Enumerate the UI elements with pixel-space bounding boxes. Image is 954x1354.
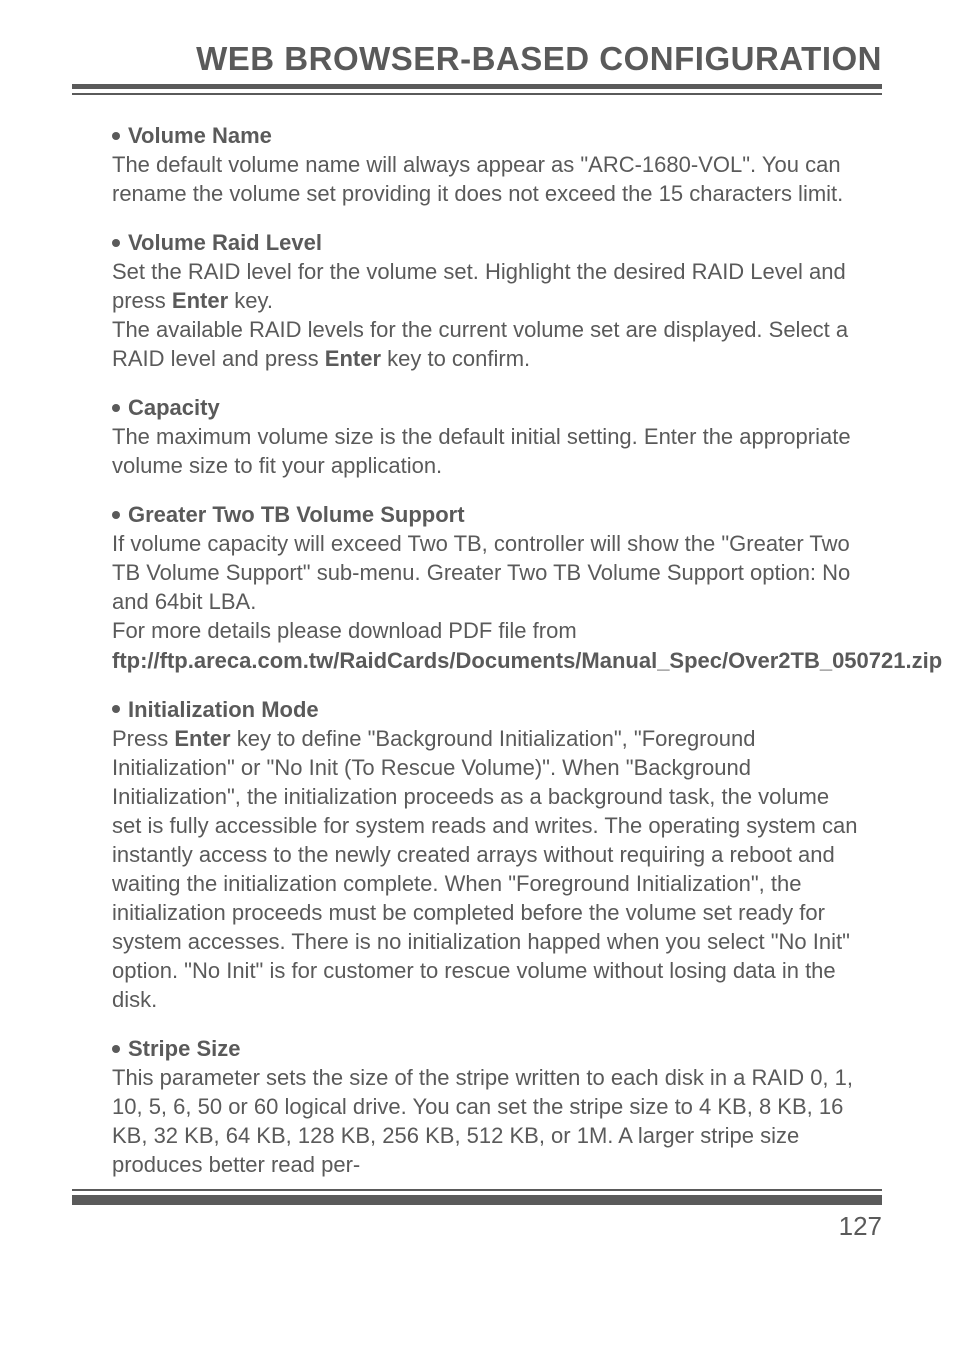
heading-text: Volume Raid Level [128,230,322,255]
heading-init-mode: Initialization Mode [112,695,864,724]
footer-bar [72,1195,882,1205]
page-header: WEB BROWSER-BASED CONFIGURATION [72,40,882,89]
bullet-icon [112,1045,120,1053]
section-greater-two-tb: Greater Two TB Volume Support If volume … [112,500,864,674]
text-fragment: For more details please download PDF fil… [112,618,577,643]
bullet-icon [112,511,120,519]
heading-capacity: Capacity [112,393,864,422]
body-init-mode: Press Enter key to define "Background In… [112,724,864,1014]
heading-text: Greater Two TB Volume Support [128,502,465,527]
section-stripe-size: Stripe Size This parameter sets the size… [112,1034,864,1179]
text-fragment: key to define "Background Initialization… [112,726,857,1012]
bullet-icon [112,239,120,247]
content-area: Volume Name The default volume name will… [72,121,882,1179]
section-volume-name: Volume Name The default volume name will… [112,121,864,208]
enter-key-label: Enter [325,346,381,371]
body-stripe-size: This parameter sets the size of the stri… [112,1063,864,1179]
bullet-icon [112,132,120,140]
bullet-icon [112,404,120,412]
section-volume-raid-level: Volume Raid Level Set the RAID level for… [112,228,864,373]
heading-text: Stripe Size [128,1036,240,1061]
download-link: ftp://ftp.areca.com.tw/RaidCards/Documen… [112,648,942,673]
text-fragment: Press [112,726,174,751]
heading-greater-two-tb: Greater Two TB Volume Support [112,500,864,529]
page-container: WEB BROWSER-BASED CONFIGURATION Volume N… [0,0,954,1179]
heading-text: Initialization Mode [128,697,319,722]
footer-rule [72,1189,882,1191]
bullet-icon [112,705,120,713]
body-greater-two-tb-link: For more details please download PDF fil… [112,616,864,674]
enter-key-label: Enter [174,726,230,751]
heading-text: Volume Name [128,123,272,148]
body-greater-two-tb: If volume capacity will exceed Two TB, c… [112,529,864,616]
header-underline [72,93,882,95]
text-fragment: key to confirm. [381,346,530,371]
body-volume-name: The default volume name will always appe… [112,150,864,208]
body-volume-raid-level: Set the RAID level for the volume set. H… [112,257,864,315]
text-fragment: key. [228,288,273,313]
heading-volume-name: Volume Name [112,121,864,150]
enter-key-label: Enter [172,288,228,313]
heading-text: Capacity [128,395,220,420]
section-init-mode: Initialization Mode Press Enter key to d… [112,695,864,1014]
heading-volume-raid-level: Volume Raid Level [112,228,864,257]
body-capacity: The maximum volume size is the default i… [112,422,864,480]
body-volume-raid-level-2: The available RAID levels for the curren… [112,315,864,373]
heading-stripe-size: Stripe Size [112,1034,864,1063]
section-capacity: Capacity The maximum volume size is the … [112,393,864,480]
page-number: 127 [0,1205,954,1242]
